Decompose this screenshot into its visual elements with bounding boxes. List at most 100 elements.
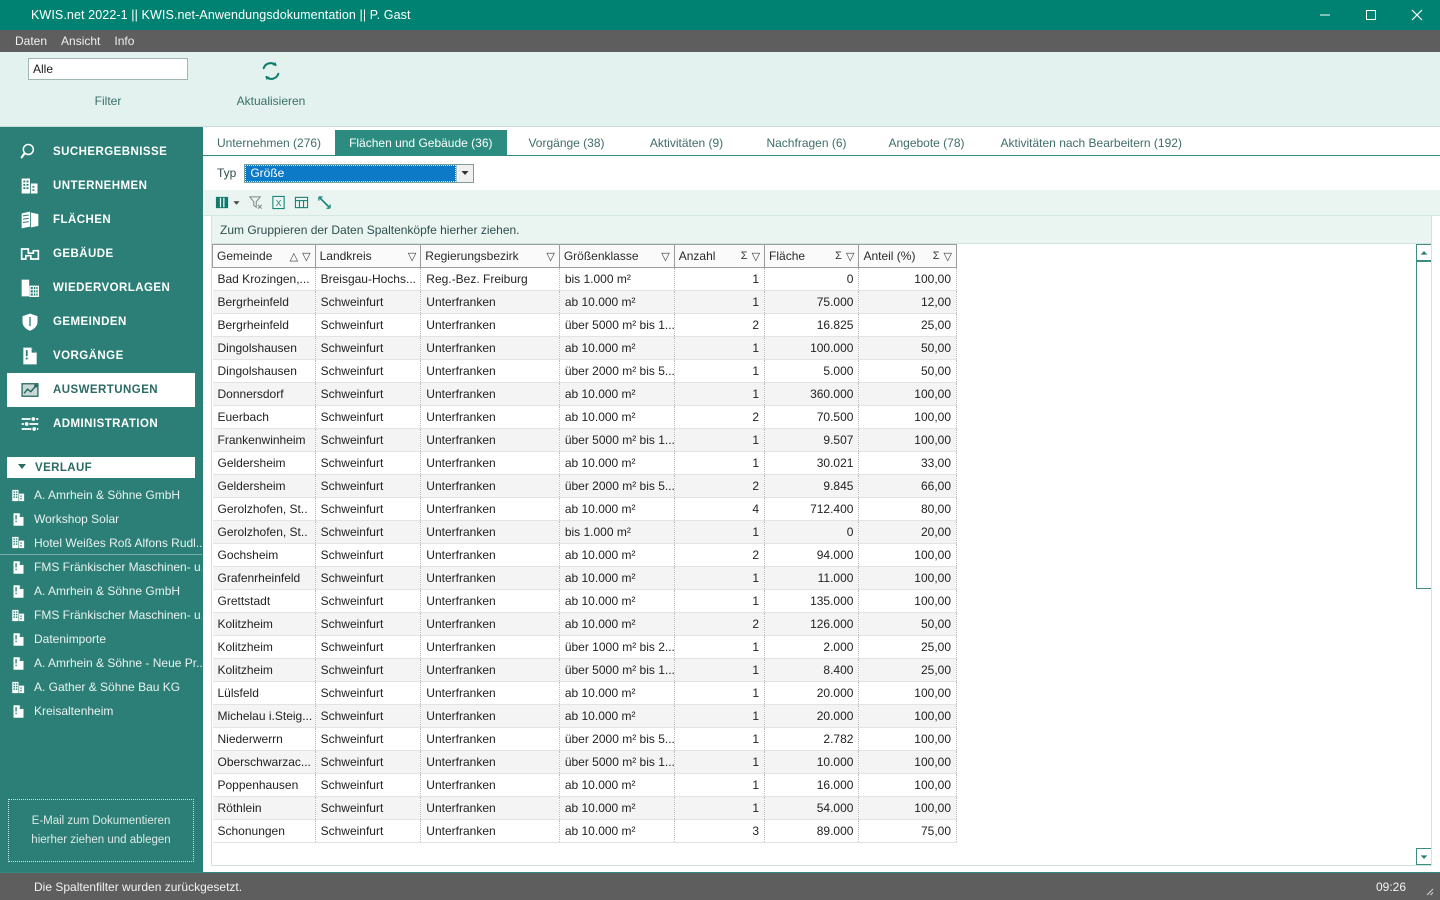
column-header-anzahl[interactable]: Anzahl Σ ▽: [674, 244, 766, 268]
sidebar-item-wiedervorlagen[interactable]: WIEDERVORLAGEN: [7, 271, 195, 305]
column-filter-icon[interactable]: ▽: [944, 250, 952, 263]
sort-indicator-icon[interactable]: Σ: [933, 250, 940, 262]
table-row[interactable]: Röthlein Schweinfurt Unterfranken ab 10.000…: [212, 796, 957, 820]
resize-grip-icon[interactable]: [1422, 884, 1434, 896]
table-row[interactable]: Poppenhausen Schweinfurt Unterfranken ab 10…: [212, 773, 957, 797]
table-row[interactable]: Bad Krozingen,... Breisgau-Hochs... Reg.-B…: [212, 267, 957, 291]
table-row[interactable]: Oberschwarzac... Schweinfurt Unterfranken ü…: [212, 750, 957, 774]
column-filter-icon[interactable]: ▽: [302, 250, 310, 263]
clear-filter-icon[interactable]: [248, 194, 263, 212]
history-item[interactable]: A. Amrhein & Söhne GmbH: [0, 579, 202, 603]
table-row[interactable]: Donnersdorf Schweinfurt Unterfranken ab 10.…: [212, 382, 957, 406]
sidebar-item-flächen[interactable]: FLÄCHEN: [7, 203, 195, 237]
table-row[interactable]: Kolitzheim Schweinfurt Unterfranken über 50…: [212, 658, 957, 682]
table-row[interactable]: Michelau i.Steig... Schweinfurt Unterfrank…: [212, 704, 957, 728]
tab-vorgänge[interactable]: Vorgänge (38): [507, 130, 627, 155]
menu-item-info[interactable]: Info: [107, 32, 141, 50]
table-row[interactable]: Kolitzheim Schweinfurt Unterfranken über 10…: [212, 635, 957, 659]
sort-indicator-icon[interactable]: △: [290, 250, 298, 263]
history-item[interactable]: FMS Fränkischer Maschinen- u...: [0, 603, 202, 627]
export-excel-icon[interactable]: X: [271, 194, 286, 212]
column-header-regierungsbezirk[interactable]: Regierungsbezirk ▽: [420, 244, 560, 268]
table-row[interactable]: Grafenrheinfeld Schweinfurt Unterfranken ab…: [212, 566, 957, 590]
scrollbar-thumb[interactable]: [1415, 261, 1431, 589]
history-item[interactable]: Kreisaltenheim: [0, 699, 202, 723]
maximize-button[interactable]: [1348, 0, 1394, 30]
sidebar-item-auswertungen[interactable]: AUSWERTUNGEN: [7, 373, 195, 407]
sidebar-item-vorgänge[interactable]: VORGÄNGE: [7, 339, 195, 373]
sidebar-item-gebäude[interactable]: GEBÄUDE: [7, 237, 195, 271]
tab-aktivitäten[interactable]: Aktivitäten (9): [627, 130, 747, 155]
tab-nachfragen[interactable]: Nachfragen (6): [747, 130, 867, 155]
refresh-icon[interactable]: [256, 56, 286, 86]
history-header[interactable]: VERLAUF: [7, 457, 195, 478]
table-row[interactable]: Gerolzhofen, St.. Schweinfurt Unterfranken…: [212, 520, 957, 544]
history-item[interactable]: A. Gather & Söhne Bau KG: [0, 675, 202, 699]
tab-angebote[interactable]: Angebote (78): [867, 130, 987, 155]
table-row[interactable]: Grettstadt Schweinfurt Unterfranken ab 10.0…: [212, 589, 957, 613]
cell-gemeinde: Lülsfeld: [212, 681, 316, 705]
menu-item-daten[interactable]: Daten: [8, 32, 54, 50]
history-item[interactable]: FMS Fränkischer Maschinen- u...: [0, 555, 202, 579]
ribbon-group-refresh[interactable]: Aktualisieren: [216, 52, 326, 108]
sidebar-item-gemeinden[interactable]: GEMEINDEN: [7, 305, 195, 339]
scroll-down-button[interactable]: [1415, 848, 1431, 865]
column-header-größenklasse[interactable]: Größenklasse ▽: [559, 244, 675, 268]
minimize-button[interactable]: [1302, 0, 1348, 30]
column-header-anteil[interactable]: Anteil (%) Σ ▽: [858, 244, 957, 268]
window-title: KWIS.net 2022-1 || KWIS.net-Anwendungsdo…: [31, 8, 411, 22]
export-table-icon[interactable]: [294, 194, 309, 212]
table-row[interactable]: Geldersheim Schweinfurt Unterfranken ab 10.…: [212, 451, 957, 475]
status-clock: 09:26: [1375, 879, 1406, 894]
sidebar-item-suchergebnisse[interactable]: SUCHERGEBNISSE: [7, 135, 195, 169]
expand-icon[interactable]: [317, 194, 332, 212]
column-chooser-icon[interactable]: [215, 194, 240, 212]
company-icon: [10, 607, 26, 623]
column-filter-icon[interactable]: ▽: [846, 250, 854, 263]
group-panel[interactable]: Zum Gruppieren der Daten Spaltenköpfe hi…: [211, 216, 1432, 244]
column-header-fläche[interactable]: Fläche Σ ▽: [764, 244, 860, 268]
column-filter-icon[interactable]: ▽: [546, 250, 554, 263]
cell-anzahl: 1: [674, 727, 766, 751]
menu-item-ansicht[interactable]: Ansicht: [54, 32, 107, 50]
close-button[interactable]: [1394, 0, 1440, 30]
history-item[interactable]: Hotel Weißes Roß Alfons Rudl...: [0, 531, 202, 555]
table-row[interactable]: Gochsheim Schweinfurt Unterfranken ab 10.00…: [212, 543, 957, 567]
vertical-scrollbar[interactable]: [1415, 244, 1431, 865]
table-row[interactable]: Kolitzheim Schweinfurt Unterfranken ab 10.0…: [212, 612, 957, 636]
column-filter-icon[interactable]: ▽: [661, 250, 669, 263]
chevron-down-icon[interactable]: [456, 164, 474, 182]
tab-flächen-und-gebäude[interactable]: Flächen und Gebäude (36): [335, 130, 507, 155]
table-row[interactable]: Dingolshausen Schweinfurt Unterfranken über…: [212, 359, 957, 383]
table-row[interactable]: Lülsfeld Schweinfurt Unterfranken ab 10.000…: [212, 681, 957, 705]
sort-indicator-icon[interactable]: Σ: [835, 250, 842, 262]
filter-input[interactable]: [28, 58, 188, 80]
column-filter-icon[interactable]: ▽: [408, 250, 416, 263]
history-item[interactable]: Datenimporte: [0, 627, 202, 651]
table-row[interactable]: Schonungen Schweinfurt Unterfranken ab 10.0…: [212, 819, 957, 843]
column-header-gemeinde[interactable]: Gemeinde △ ▽: [212, 244, 316, 268]
column-header-landkreis[interactable]: Landkreis ▽: [315, 244, 422, 268]
type-combobox[interactable]: Größe: [244, 163, 475, 183]
cell-gemeinde: Bad Krozingen,...: [212, 267, 316, 291]
column-filter-icon[interactable]: ▽: [752, 250, 760, 263]
email-drop-zone[interactable]: E-Mail zum Dokumentieren hierher ziehen …: [8, 799, 194, 862]
table-row[interactable]: Bergrheinfeld Schweinfurt Unterfranken über…: [212, 313, 957, 337]
history-item[interactable]: Workshop Solar: [0, 507, 202, 531]
sort-indicator-icon[interactable]: Σ: [741, 250, 748, 262]
history-item[interactable]: A. Amrhein & Söhne - Neue Pr...: [0, 651, 202, 675]
table-row[interactable]: Geldersheim Schweinfurt Unterfranken über 2…: [212, 474, 957, 498]
table-row[interactable]: Gerolzhofen, St.. Schweinfurt Unterfranken…: [212, 497, 957, 521]
tab-aktivitäten-nach-bearbeitern[interactable]: Aktivitäten nach Bearbeitern (192): [987, 130, 1196, 155]
sidebar-item-unternehmen[interactable]: UNTERNEHMEN: [7, 169, 195, 203]
tab-unternehmen[interactable]: Unternehmen (276): [203, 130, 335, 155]
scrollbar-track[interactable]: [1415, 261, 1431, 848]
table-row[interactable]: Niederwerrn Schweinfurt Unterfranken über 2…: [212, 727, 957, 751]
table-row[interactable]: Frankenwinheim Schweinfurt Unterfranken übe…: [212, 428, 957, 452]
table-row[interactable]: Bergrheinfeld Schweinfurt Unterfranken ab 1…: [212, 290, 957, 314]
sidebar-item-administration[interactable]: ADMINISTRATION: [7, 407, 195, 441]
history-item[interactable]: A. Amrhein & Söhne GmbH: [0, 483, 202, 507]
table-row[interactable]: Dingolshausen Schweinfurt Unterfranken ab 1…: [212, 336, 957, 360]
scroll-up-button[interactable]: [1415, 244, 1431, 261]
table-row[interactable]: Euerbach Schweinfurt Unterfranken ab 10.000…: [212, 405, 957, 429]
